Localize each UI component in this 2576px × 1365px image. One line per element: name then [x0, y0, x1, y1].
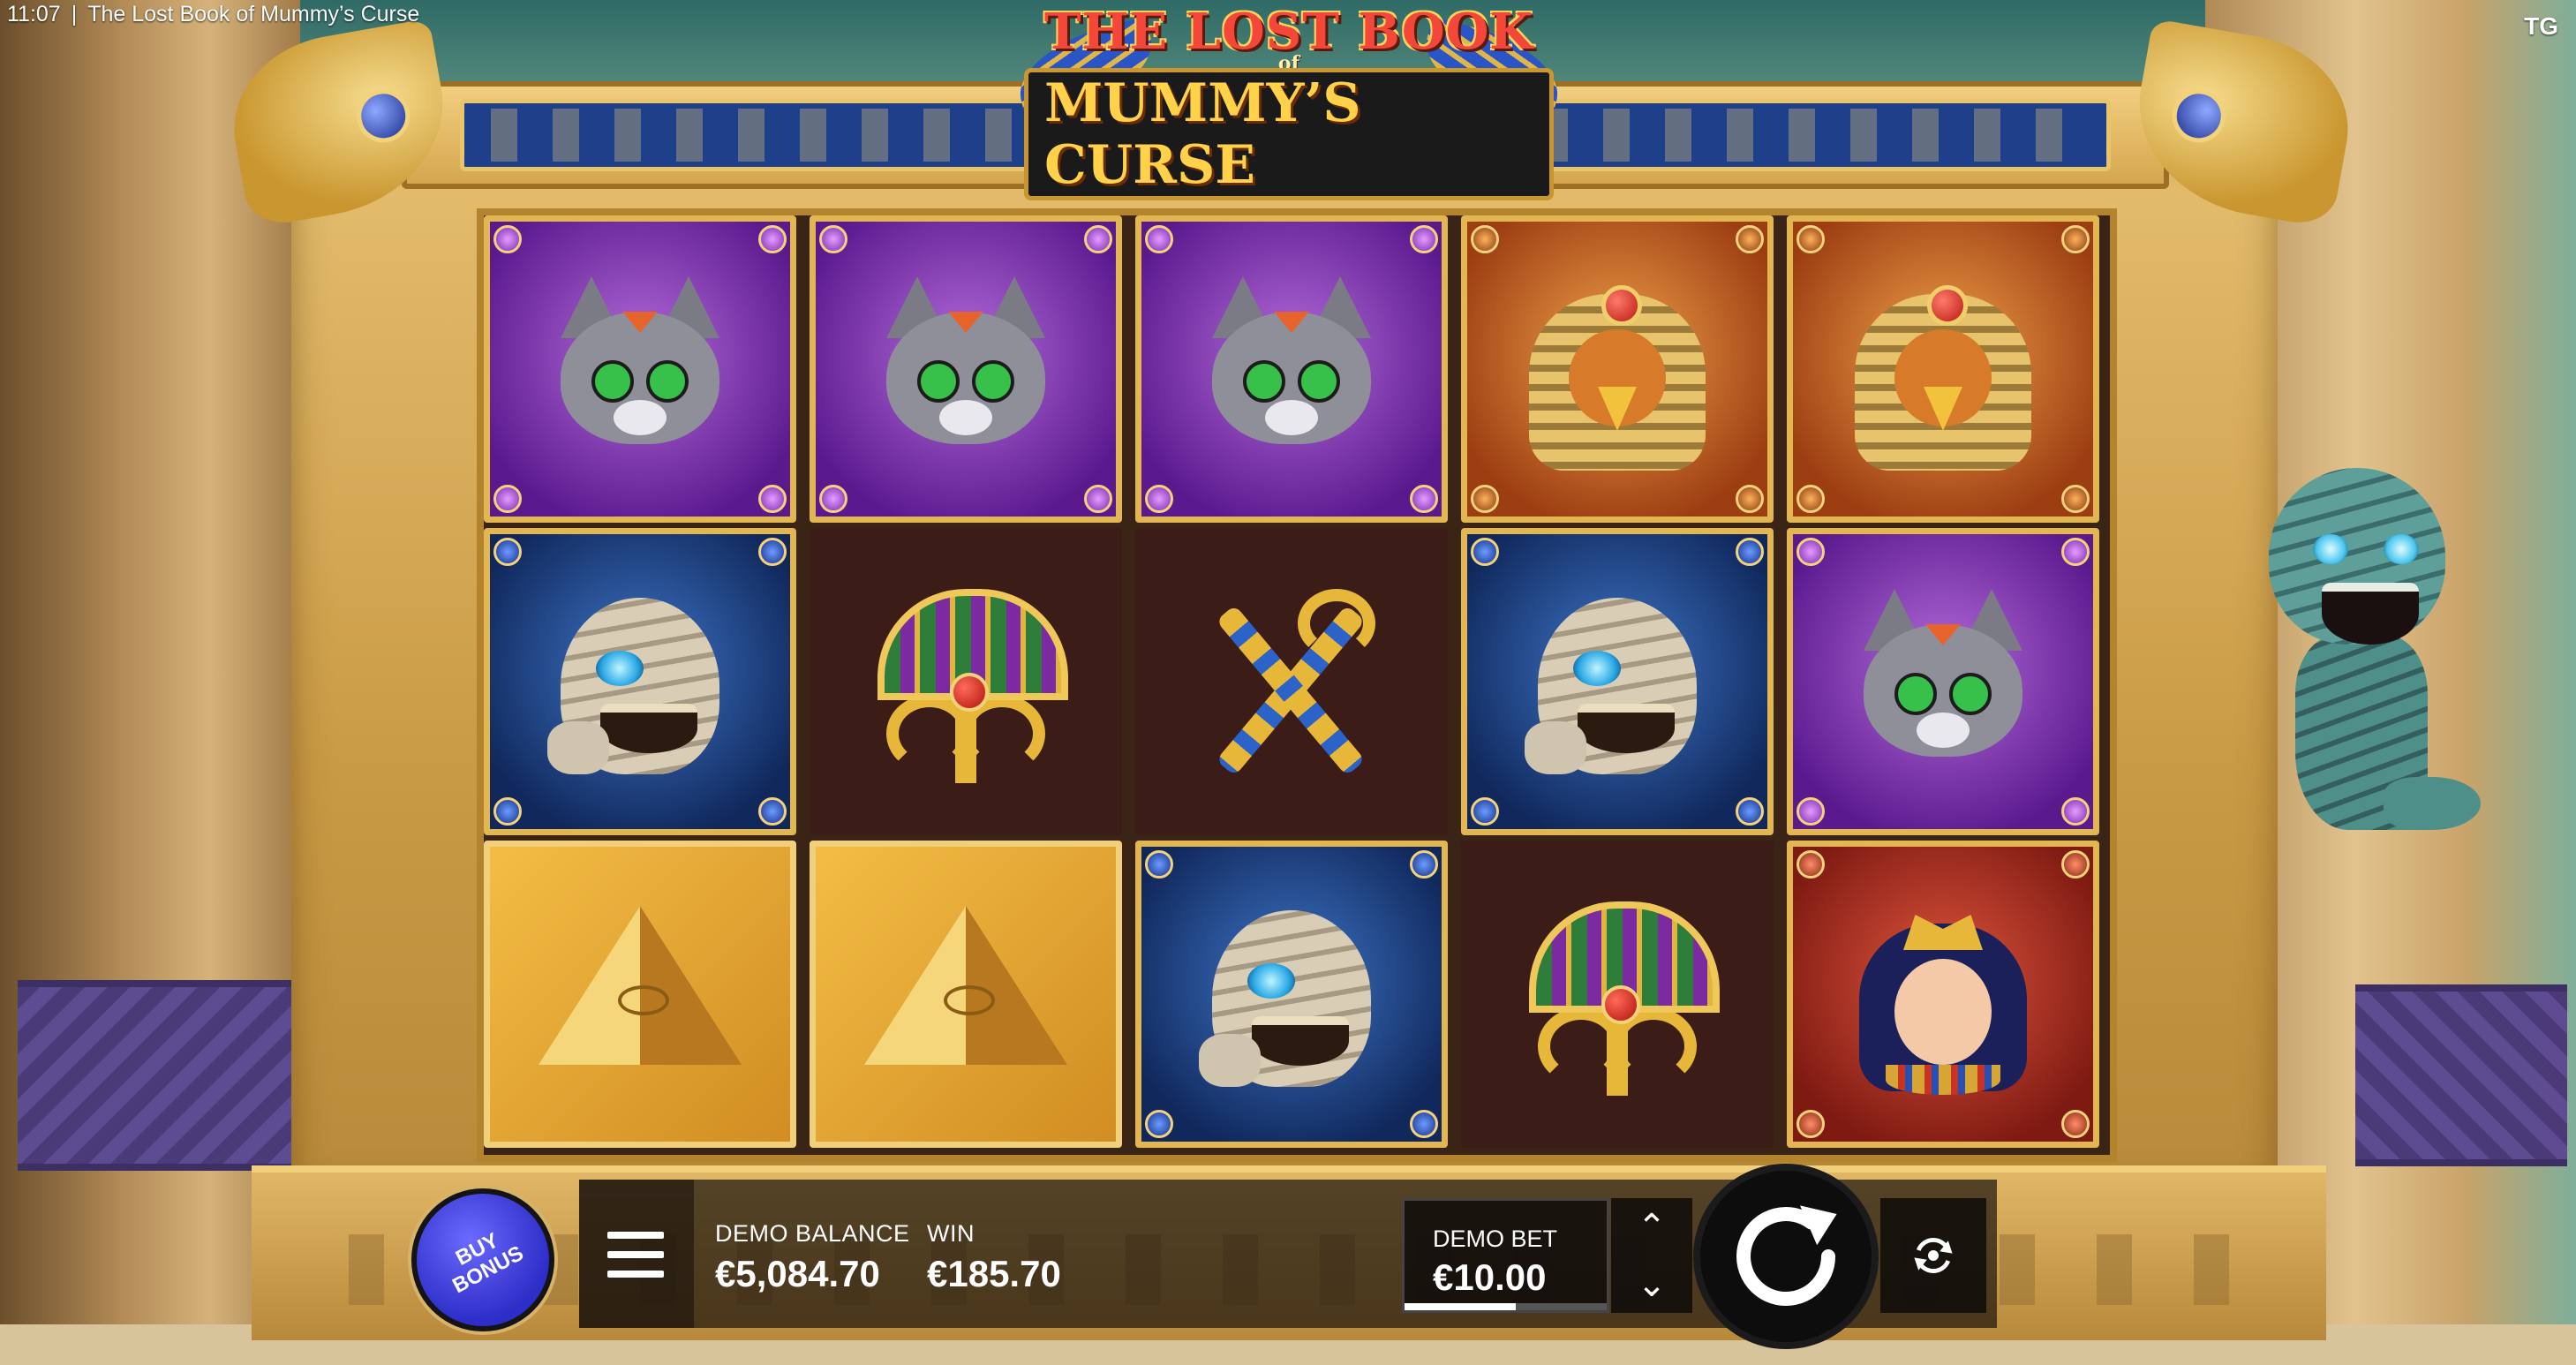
hamburger-menu-icon[interactable] — [607, 1232, 664, 1278]
pillar-band — [2355, 984, 2567, 1166]
win-value: €185.70 — [927, 1253, 1061, 1294]
balance-value: €5,084.70 — [715, 1253, 880, 1294]
falcon-pharaoh-symbol — [1846, 268, 2040, 471]
reel-cell — [810, 528, 1122, 835]
crook-flail-symbol — [1190, 580, 1393, 783]
cat-symbol — [1846, 589, 2040, 774]
win-display: WIN €185.70 — [927, 1220, 1061, 1295]
reel-cell — [810, 841, 1122, 1148]
reel-cell — [1461, 215, 1774, 523]
logo-line-2: MUMMY’S CURSE — [1024, 68, 1554, 200]
buy-bonus-button[interactable]: BUY BONUS — [411, 1188, 554, 1331]
lotus-fan-symbol — [860, 580, 1072, 783]
pyramid-symbol — [539, 906, 742, 1082]
mummy-symbol — [539, 580, 742, 783]
reel-cell — [1135, 215, 1448, 523]
balance-display: DEMO BALANCE €5,084.70 — [715, 1220, 910, 1295]
cat-symbol — [869, 276, 1063, 462]
chevron-up-icon[interactable]: ⌃ — [1637, 1210, 1667, 1245]
reel-cell — [810, 215, 1122, 523]
pillar-band — [18, 980, 291, 1171]
reel-cell — [484, 528, 796, 835]
reel-cell — [1787, 528, 2099, 835]
status-page-title: The Lost Book of Mummy’s Curse — [87, 2, 420, 26]
lotus-fan-symbol — [1511, 893, 1723, 1096]
bet-label: DEMO BET — [1433, 1225, 1558, 1252]
bet-adjust: ⌃ ⌄ — [1611, 1198, 1692, 1313]
buy-bonus-label: BUY BONUS — [448, 1228, 528, 1299]
bet-level-fill — [1405, 1303, 1516, 1310]
autoplay-icon — [1914, 1238, 1953, 1273]
reel-cell — [1787, 841, 2099, 1148]
spin-arrow-icon — [1736, 1205, 1837, 1306]
bet-value: €10.00 — [1433, 1256, 1547, 1298]
peeking-mummy-character — [2260, 459, 2481, 865]
mummy-symbol — [1190, 893, 1393, 1096]
spin-button[interactable] — [1693, 1164, 1879, 1349]
status-bar: 11:07 | The Lost Book of Mummy’s Curse — [7, 2, 419, 27]
provider-logo: TG — [2524, 12, 2558, 40]
autoplay-button[interactable] — [1880, 1198, 1986, 1313]
cleopatra-symbol — [1842, 888, 2045, 1100]
cat-symbol — [1194, 276, 1389, 462]
reel-cell — [1135, 841, 1448, 1148]
cat-symbol — [543, 276, 737, 462]
reel-cell — [1461, 841, 1774, 1148]
reel-cell — [1461, 528, 1774, 835]
chevron-down-icon[interactable]: ⌄ — [1637, 1267, 1667, 1302]
status-time: 11:07 — [7, 2, 61, 26]
status-separator: | — [71, 2, 78, 26]
bet-display[interactable]: DEMO BET €10.00 — [1402, 1198, 1609, 1313]
mummy-symbol — [1516, 580, 1719, 783]
reel-cell — [484, 215, 796, 523]
game-logo: THE LOST BOOK of MUMMY’S CURSE — [1008, 3, 1570, 200]
win-label: WIN — [927, 1220, 975, 1247]
balance-label: DEMO BALANCE — [715, 1220, 910, 1247]
reel-cell — [1135, 528, 1448, 835]
falcon-pharaoh-symbol — [1520, 268, 1714, 471]
reel-cell — [484, 841, 796, 1148]
reel-cell — [1787, 215, 2099, 523]
pyramid-symbol — [864, 906, 1067, 1082]
